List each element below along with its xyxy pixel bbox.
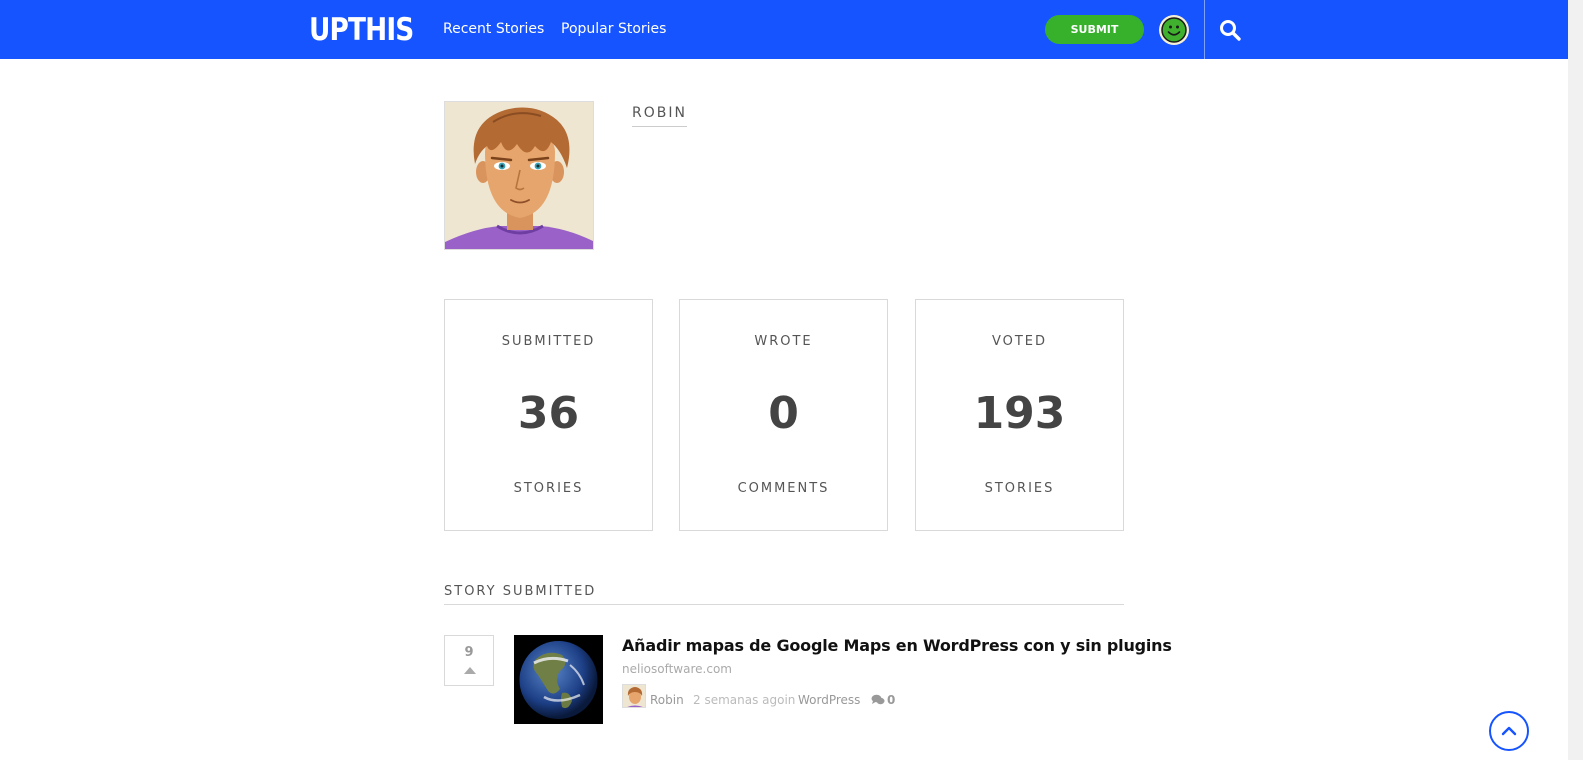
upvote-arrow-icon [464,667,476,674]
stat-submitted-value: 36 [517,388,580,439]
stat-wrote: WROTE 0 COMMENTS [679,299,888,531]
smiley-icon[interactable] [1159,15,1189,45]
section-divider [444,604,1124,605]
story-time: 2 semanas agoin [693,692,795,708]
stat-voted-value: 193 [973,388,1066,439]
vote-count: 9 [464,645,474,660]
stat-wrote-unit: COMMENTS [737,481,830,496]
submit-button[interactable]: SUBMIT [1045,15,1144,44]
author-avatar[interactable] [622,684,646,708]
stat-submitted: SUBMITTED 36 STORIES [444,299,653,531]
story-thumbnail[interactable] [514,635,603,724]
story-category-link[interactable]: WordPress [798,692,860,708]
stat-submitted-unit: STORIES [513,481,584,496]
stat-wrote-value: 0 [768,388,799,439]
nav-recent-stories[interactable]: Recent Stories [443,19,544,39]
stat-voted: VOTED 193 STORIES [915,299,1124,531]
story-time-text: 2 semanas ago [693,693,785,707]
story-author-link[interactable]: Robin [650,692,684,708]
story-domain: neliosoftware.com [622,662,732,676]
comments-icon [871,694,885,705]
upvote-button[interactable]: 9 [444,635,494,686]
story-in-label: in [784,693,796,707]
header-divider [1204,0,1205,59]
chevron-up-icon [1501,726,1517,736]
profile-username: ROBIN [632,103,687,127]
section-title: STORY SUBMITTED [444,584,597,599]
stat-voted-label: VOTED [991,334,1048,349]
comment-count: 0 [887,693,896,707]
stat-submitted-label: SUBMITTED [501,334,596,349]
page-scrollbar[interactable] [1568,0,1583,760]
stat-voted-unit: STORIES [984,481,1055,496]
profile-avatar [444,101,594,250]
search-icon[interactable] [1218,18,1242,42]
stat-wrote-label: WROTE [754,334,813,349]
story-title-link[interactable]: Añadir mapas de Google Maps en WordPress… [622,635,1172,657]
site-logo[interactable]: UPTHIS [309,10,414,50]
story-comments-link[interactable]: 0 [871,692,895,708]
top-navigation-bar: UPTHIS Recent Stories Popular Stories SU… [0,0,1568,59]
scroll-to-top-button[interactable] [1489,711,1529,751]
nav-popular-stories[interactable]: Popular Stories [561,19,666,39]
